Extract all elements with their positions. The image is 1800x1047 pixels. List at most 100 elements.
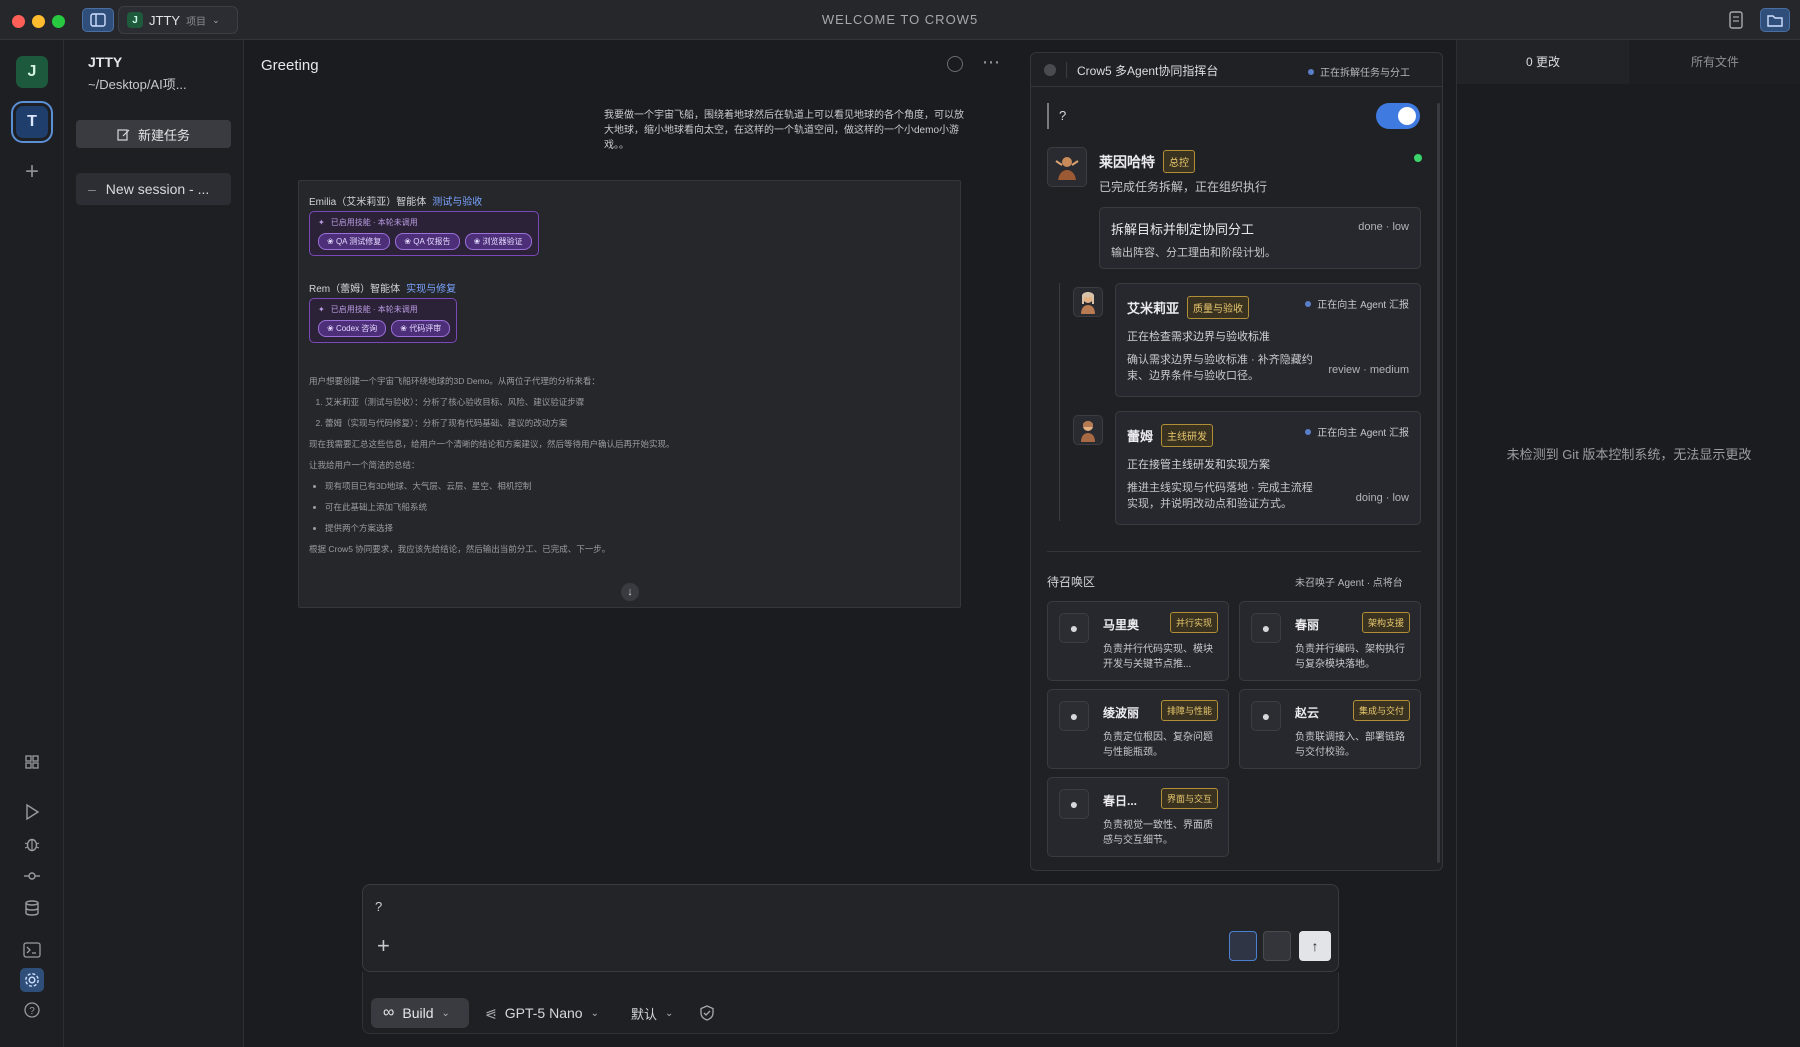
- more-icon[interactable]: ⋯: [982, 52, 1001, 73]
- skill-box-head: ✦ 已启用技能 · 本轮未调用: [318, 304, 450, 315]
- subagent-avatar-rem[interactable]: [1073, 415, 1103, 445]
- reasoning-paragraph: 让我给用户一个简洁的总结：: [309, 460, 420, 470]
- settings-gear-icon[interactable]: [20, 968, 44, 992]
- standby-badge: 集成与交付: [1352, 700, 1410, 721]
- chevron-down-icon: ⌄: [590, 1007, 599, 1019]
- bug-icon[interactable]: [20, 832, 44, 856]
- agent-avatar-rem[interactable]: [1263, 931, 1291, 961]
- mode-selector[interactable]: ∞ Build ⌄: [371, 998, 469, 1028]
- agent-avatar-reinhard[interactable]: [1229, 931, 1257, 961]
- standby-card-zhaoyun[interactable]: ● 赵云 集成与交付 负责联调接入、部署链路与交付校验。: [1239, 689, 1421, 769]
- status-dot: [1305, 300, 1312, 307]
- composer-input[interactable]: ? + ↑: [362, 884, 1339, 972]
- agent-emilia-role[interactable]: 测试与验收: [432, 197, 482, 208]
- reasoning-paragraph: 根据 Crow5 协同要求，我应该先给结论，然后输出当前分工、已完成、下一步。: [309, 544, 611, 554]
- subagent-card-emilia[interactable]: 艾米莉亚 质量与验收 正在向主 Agent 汇报 正在检查需求边界与验收标准 确…: [1115, 283, 1421, 397]
- online-dot: [1414, 154, 1422, 162]
- folder-toggle-button[interactable]: [1760, 8, 1790, 32]
- skill-tag[interactable]: ❀ 浏览器验证: [464, 233, 532, 250]
- lead-name-label: 莱因哈特: [1099, 153, 1155, 170]
- send-button[interactable]: ↑: [1299, 931, 1331, 961]
- dash-icon: –: [88, 181, 96, 197]
- subagent-state: 正在向主 Agent 汇报: [1305, 296, 1409, 311]
- composer-text[interactable]: ?: [375, 899, 382, 914]
- new-task-button[interactable]: 新建任务: [76, 120, 231, 148]
- variant-selector[interactable]: 默认 ⌄: [631, 998, 673, 1028]
- status-dot: [1308, 68, 1314, 75]
- database-icon[interactable]: [20, 896, 44, 920]
- agent-toggle[interactable]: [1376, 103, 1420, 129]
- agent-emilia-name: Emilia（艾米莉亚）智能体: [309, 197, 427, 208]
- standby-avatar: ●: [1059, 701, 1089, 731]
- grid-icon[interactable]: [20, 750, 44, 774]
- window-zoom-button[interactable]: [52, 15, 65, 28]
- model-selector[interactable]: ⪗ GPT-5 Nano ⌄: [485, 998, 599, 1028]
- window-close-button[interactable]: [12, 15, 25, 28]
- subagent-state-label: 正在向主 Agent 汇报: [1317, 428, 1409, 439]
- sparkle-icon: ✦: [318, 305, 325, 314]
- session-item[interactable]: – New session - ...: [76, 173, 231, 205]
- terminal-icon[interactable]: [20, 938, 44, 962]
- tab-all-files[interactable]: 所有文件: [1629, 40, 1800, 84]
- help-icon[interactable]: ?: [20, 998, 44, 1022]
- skill-tag[interactable]: ❀ QA 仅报告: [395, 233, 460, 250]
- standby-card-haruhi[interactable]: ● 春日... 界面与交互 负责视觉一致性、界面质感与交互细节。: [1047, 777, 1229, 857]
- skill-box-head: ✦ 已启用技能 · 本轮未调用: [318, 217, 532, 228]
- git-empty-message: 未检测到 Git 版本控制系统，无法显示更改: [1506, 447, 1752, 462]
- subagent-avatar-emilia[interactable]: [1073, 287, 1103, 317]
- reasoning-list-item: 蕾姆（实现与代码修复）：分析了现有代码基础、建议的改动方案: [325, 417, 949, 430]
- document-icon[interactable]: [1728, 11, 1746, 29]
- play-icon[interactable]: [20, 800, 44, 824]
- lead-avatar[interactable]: [1047, 147, 1087, 187]
- task-title: 拆解目标并制定协同分工: [1111, 222, 1255, 237]
- standby-desc: 负责并行编码、架构执行与复杂模块落地。: [1295, 644, 1405, 670]
- sidebar-toggle-button[interactable]: [82, 8, 114, 32]
- skill-head-label: 已启用技能 · 本轮未调用: [330, 305, 418, 314]
- skill-tag[interactable]: ❀ Codex 咨询: [318, 320, 387, 337]
- panel-scrollbar[interactable]: [1437, 103, 1440, 863]
- subagent-card-rem[interactable]: 蕾姆 主线研发 正在向主 Agent 汇报 正在接管主线研发和实现方案 推进主线…: [1115, 411, 1421, 525]
- standby-badge: 架构支援: [1361, 612, 1410, 633]
- lead-status: 已完成任务拆解，正在组织执行: [1099, 180, 1268, 194]
- reasoning-bullet: 提供两个方案选择: [325, 522, 949, 535]
- agent-emilia-line: Emilia（艾米莉亚）智能体 测试与验收: [309, 193, 482, 208]
- tab-changes[interactable]: 0 更改: [1457, 40, 1629, 84]
- mode-label: Build: [402, 1005, 434, 1021]
- task-meta: done · low: [1358, 221, 1409, 233]
- skill-box-rem: ✦ 已启用技能 · 本轮未调用 ❀ Codex 咨询 ❀ 代码评审: [309, 298, 458, 343]
- project-switcher-name: JTTY: [149, 12, 181, 28]
- tree-line: [1059, 283, 1060, 521]
- standby-card-rei[interactable]: ● 绫波丽 排障与性能 负责定位根因、复杂问题与性能瓶颈。: [1047, 689, 1229, 769]
- window-minimize-button[interactable]: [32, 15, 45, 28]
- plus-icon[interactable]: +: [377, 933, 390, 959]
- scroll-down-icon[interactable]: ↓: [621, 583, 639, 601]
- sidebar-icon: [90, 13, 106, 27]
- standby-note: 未召唤子 Agent · 点将台: [1295, 578, 1403, 589]
- standby-card-chunli[interactable]: ● 春丽 架构支援 负责并行编码、架构执行与复杂模块落地。: [1239, 601, 1421, 681]
- agent-panel-state-label: 正在拆解任务与分工: [1320, 68, 1410, 79]
- standby-avatar: ●: [1059, 613, 1089, 643]
- workspace-t[interactable]: T: [11, 101, 53, 143]
- lead-badge: 总控: [1163, 150, 1195, 173]
- standby-desc: 负责联调接入、部署链路与交付校验。: [1295, 732, 1405, 758]
- skill-tag[interactable]: ❀ QA 测试修复: [318, 233, 391, 250]
- skill-tag[interactable]: ❀ 代码评审: [391, 320, 451, 337]
- standby-badge: 排障与性能: [1160, 700, 1218, 721]
- subagent-name: 艾米莉亚 质量与验收: [1127, 296, 1250, 319]
- infinity-icon: ∞: [383, 1004, 395, 1021]
- git-commit-icon[interactable]: [20, 864, 44, 888]
- project-switcher[interactable]: J JTTY 项目 ⌄: [118, 6, 238, 34]
- variant-label: 默认: [631, 1006, 658, 1022]
- lead-task-card[interactable]: 拆解目标并制定协同分工 done · low 输出阵容、分工理由和阶段计划。: [1099, 207, 1421, 269]
- close-icon[interactable]: [1044, 64, 1056, 76]
- agent-rem-role[interactable]: 实现与修复: [406, 284, 456, 295]
- add-workspace-button[interactable]: +: [16, 156, 48, 188]
- standby-card-mario[interactable]: ● 马里奥 并行实现 负责并行代码实现、模块开发与关键节点推...: [1047, 601, 1229, 681]
- assistant-message-card: Emilia（艾米莉亚）智能体 测试与验收 ✦ 已启用技能 · 本轮未调用 ❀ QA…: [298, 180, 961, 608]
- shield-icon[interactable]: [699, 1005, 715, 1021]
- workspace-j[interactable]: J: [16, 56, 48, 88]
- standby-name: 春日...: [1103, 794, 1138, 808]
- status-circle-icon[interactable]: [947, 56, 963, 72]
- subagent-name: 蕾姆 主线研发: [1127, 424, 1214, 447]
- standby-desc: 负责定位根因、复杂问题与性能瓶颈。: [1103, 732, 1213, 758]
